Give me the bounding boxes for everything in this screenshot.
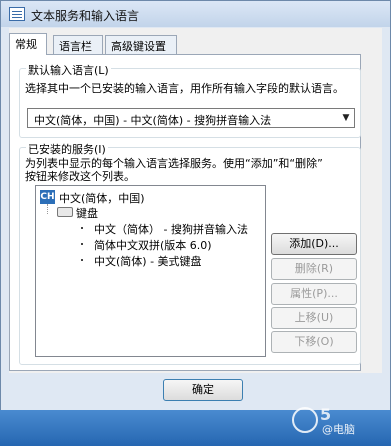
keyboard-icon bbox=[57, 207, 73, 217]
title-bar[interactable]: 文本服务和输入语言 bbox=[1, 1, 390, 27]
default-language-combo[interactable]: 中文(简体，中国) - 中文(简体) - 搜狗拼音输入法 ▼ bbox=[27, 108, 355, 128]
bullet-icon bbox=[81, 227, 83, 229]
tree-connector bbox=[47, 204, 48, 214]
move-down-button[interactable]: 下移(O) bbox=[271, 331, 357, 353]
window-title: 文本服务和输入语言 bbox=[31, 9, 140, 23]
tree-keyboard-node[interactable]: 键盘 bbox=[76, 205, 98, 221]
default-language-description: 选择其中一个已安装的输入语言，用作所有输入字段的默认语言。 bbox=[25, 82, 344, 95]
ok-button[interactable]: 确定 bbox=[163, 379, 243, 401]
tab-advanced-key-settings[interactable]: 高级键设置 bbox=[105, 35, 177, 54]
chevron-down-icon[interactable]: ▼ bbox=[338, 109, 354, 127]
remove-button[interactable]: 删除(R) bbox=[271, 258, 357, 280]
default-language-selected: 中文(简体，中国) - 中文(简体) - 搜狗拼音输入法 bbox=[34, 114, 272, 127]
watermark-text: @电脑 bbox=[322, 423, 355, 436]
bullet-icon bbox=[81, 259, 83, 261]
services-tree[interactable]: CH 中文(简体，中国) 键盘 中文（简体） - 搜狗拼音输入法 简体中文双拼(… bbox=[35, 185, 266, 357]
bullet-icon bbox=[81, 243, 83, 245]
properties-button[interactable]: 属性(P)... bbox=[271, 283, 357, 305]
language-badge-icon: CH bbox=[40, 190, 55, 204]
tab-general[interactable]: 常规 bbox=[9, 33, 47, 55]
add-button[interactable]: 添加(D)... bbox=[271, 233, 357, 255]
move-up-button[interactable]: 上移(U) bbox=[271, 307, 357, 329]
dialog-window: 文本服务和输入语言 常规 语言栏 高级键设置 默认输入语言(L) 选择其中一个已… bbox=[0, 0, 391, 446]
tree-language-node[interactable]: 中文(简体，中国) bbox=[59, 190, 145, 206]
app-icon bbox=[9, 7, 25, 21]
tree-service-item[interactable]: 中文(简体) - 美式键盘 bbox=[94, 253, 202, 269]
default-language-group-title: 默认输入语言(L) bbox=[26, 62, 111, 78]
tree-service-item[interactable]: 简体中文双拼(版本 6.0) bbox=[94, 237, 212, 253]
tab-language-bar[interactable]: 语言栏 bbox=[53, 35, 103, 54]
tree-service-item[interactable]: 中文（简体） - 搜狗拼音输入法 bbox=[94, 221, 248, 237]
watermark-logo-icon bbox=[292, 407, 318, 433]
installed-services-description-2: 按钮来修改这个列表。 bbox=[25, 170, 135, 183]
watermark: 5 @电脑 bbox=[292, 405, 382, 441]
